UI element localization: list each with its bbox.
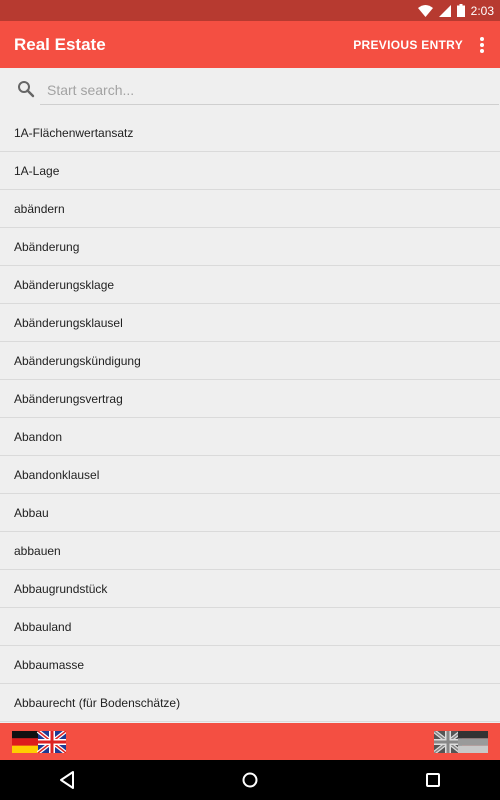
english-to-german-flag-icon[interactable] xyxy=(432,729,488,758)
list-item[interactable]: Abänderungsvertrag xyxy=(0,380,500,418)
word-list: 1A-Flächenwertansatz 1A-Lage abändern Ab… xyxy=(0,114,500,723)
german-to-english-flag-icon[interactable] xyxy=(12,729,68,758)
status-bar: 2:03 xyxy=(0,0,500,21)
battery-icon xyxy=(456,4,465,17)
list-item[interactable]: Abbau xyxy=(0,494,500,532)
wifi-icon xyxy=(417,4,433,17)
list-item[interactable]: Abbaumasse xyxy=(0,646,500,684)
search-input[interactable] xyxy=(40,76,499,105)
status-time: 2:03 xyxy=(470,3,494,18)
list-item[interactable]: abbauen xyxy=(0,532,500,570)
back-icon[interactable] xyxy=(58,770,76,795)
home-icon[interactable] xyxy=(241,770,259,795)
app-bar: Real Estate PREVIOUS ENTRY xyxy=(0,21,500,68)
list-item[interactable]: Abänderungsklage xyxy=(0,266,500,304)
app-title: Real Estate xyxy=(14,35,106,54)
search-bar xyxy=(0,68,500,114)
search-icon xyxy=(17,80,35,103)
list-item[interactable]: Abbaugrundstück xyxy=(0,570,500,608)
list-item[interactable]: Abbauland xyxy=(0,608,500,646)
list-item[interactable]: 1A-Lage xyxy=(0,152,500,190)
list-item[interactable]: Abänderungsklausel xyxy=(0,304,500,342)
list-item[interactable]: Abandonklausel xyxy=(0,456,500,494)
list-item[interactable]: Abänderung xyxy=(0,228,500,266)
list-item[interactable]: Abandon xyxy=(0,418,500,456)
cellular-icon xyxy=(438,4,451,17)
list-item[interactable]: 1A-Flächenwertansatz xyxy=(0,114,500,152)
language-bar xyxy=(0,723,500,760)
status-icons: 2:03 xyxy=(417,2,494,19)
list-item[interactable]: Abänderungskündigung xyxy=(0,342,500,380)
navigation-bar xyxy=(0,760,500,800)
list-item[interactable]: abändern xyxy=(0,190,500,228)
list-item[interactable]: Abbaurecht (für Bodenschätze) xyxy=(0,684,500,722)
recents-icon[interactable] xyxy=(424,770,442,795)
previous-entry-button[interactable]: PREVIOUS ENTRY xyxy=(353,38,463,52)
more-vert-icon[interactable] xyxy=(477,35,487,55)
